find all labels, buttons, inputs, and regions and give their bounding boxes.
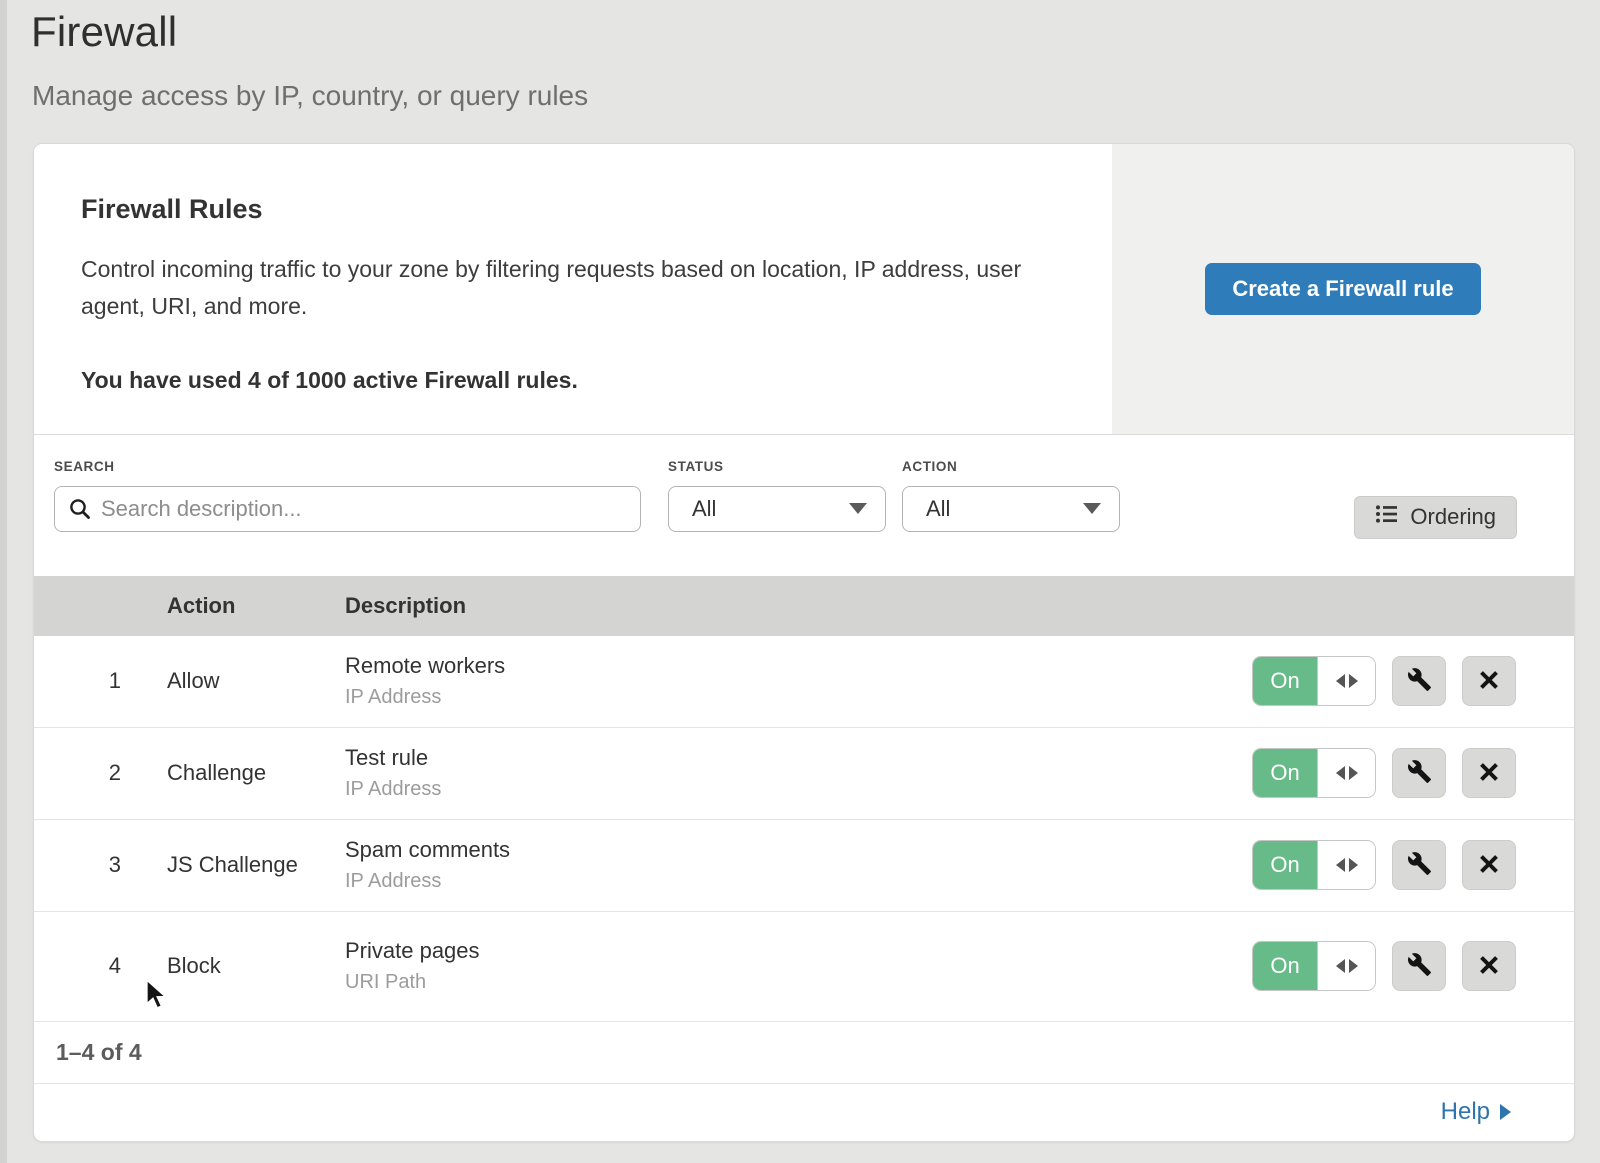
row-number: 1 bbox=[34, 668, 167, 694]
row-controls: On bbox=[1252, 656, 1574, 706]
search-icon bbox=[68, 497, 92, 526]
edit-rule-button[interactable] bbox=[1392, 748, 1446, 798]
firewall-page: Firewall Manage access by IP, country, o… bbox=[0, 0, 1600, 1163]
action-select[interactable]: All bbox=[902, 486, 1120, 532]
action-filter-group: ACTION All bbox=[902, 459, 1120, 532]
table-row: 1 Allow Remote workers IP Address On bbox=[34, 636, 1574, 728]
search-label: SEARCH bbox=[54, 459, 641, 474]
table-row: 3 JS Challenge Spam comments IP Address … bbox=[34, 820, 1574, 912]
close-icon bbox=[1478, 853, 1500, 878]
create-firewall-rule-button[interactable]: Create a Firewall rule bbox=[1205, 263, 1480, 315]
row-controls: On bbox=[1252, 941, 1574, 991]
row-number: 4 bbox=[34, 953, 167, 979]
usage-text: You have used 4 of 1000 active Firewall … bbox=[81, 367, 1052, 394]
help-row: Help bbox=[34, 1084, 1574, 1141]
row-field: IP Address bbox=[345, 870, 1252, 893]
wrench-icon bbox=[1407, 667, 1432, 695]
wrench-icon bbox=[1407, 759, 1432, 787]
delete-rule-button[interactable] bbox=[1462, 656, 1516, 706]
toggle-on-label: On bbox=[1253, 749, 1317, 797]
chevron-down-icon bbox=[1083, 503, 1101, 514]
delete-rule-button[interactable] bbox=[1462, 941, 1516, 991]
row-description-cell: Private pages URI Path bbox=[345, 938, 1252, 994]
resize-arrows-icon bbox=[1317, 657, 1375, 705]
row-field: IP Address bbox=[345, 778, 1252, 801]
arrow-right-icon bbox=[1500, 1104, 1511, 1120]
ordering-button-label: Ordering bbox=[1410, 504, 1496, 530]
column-action: Action bbox=[167, 593, 345, 619]
status-toggle[interactable]: On bbox=[1252, 840, 1376, 890]
delete-rule-button[interactable] bbox=[1462, 748, 1516, 798]
row-description-cell: Spam comments IP Address bbox=[345, 837, 1252, 893]
toggle-on-label: On bbox=[1253, 657, 1317, 705]
filters-bar: SEARCH STATUS All ACTION All bbox=[34, 435, 1574, 576]
toggle-on-label: On bbox=[1253, 942, 1317, 990]
hero-section: Firewall Rules Control incoming traffic … bbox=[34, 144, 1574, 435]
status-filter-group: STATUS All bbox=[668, 459, 886, 532]
table-row: 4 Block Private pages URI Path On bbox=[34, 912, 1574, 1022]
toggle-on-label: On bbox=[1253, 841, 1317, 889]
pagination-text: 1–4 of 4 bbox=[56, 1039, 142, 1066]
help-link[interactable]: Help bbox=[1441, 1098, 1511, 1126]
search-group: SEARCH bbox=[54, 459, 641, 532]
edit-rule-button[interactable] bbox=[1392, 656, 1446, 706]
column-description: Description bbox=[345, 593, 1252, 619]
help-link-label: Help bbox=[1441, 1098, 1490, 1126]
row-action: Allow bbox=[167, 668, 345, 694]
chevron-down-icon bbox=[849, 503, 867, 514]
status-selected-value: All bbox=[692, 496, 716, 522]
row-description: Remote workers bbox=[345, 653, 1252, 679]
row-description: Private pages bbox=[345, 938, 1252, 964]
delete-rule-button[interactable] bbox=[1462, 840, 1516, 890]
search-input[interactable] bbox=[54, 486, 641, 532]
page-title: Firewall bbox=[31, 8, 177, 56]
ordering-button[interactable]: Ordering bbox=[1354, 496, 1517, 539]
row-field: IP Address bbox=[345, 686, 1252, 709]
status-toggle[interactable]: On bbox=[1252, 941, 1376, 991]
row-action: Block bbox=[167, 953, 345, 979]
row-field: URI Path bbox=[345, 971, 1252, 994]
pagination-row: 1–4 of 4 bbox=[34, 1022, 1574, 1084]
table-header: Action Description bbox=[34, 576, 1574, 636]
resize-arrows-icon bbox=[1317, 841, 1375, 889]
close-icon bbox=[1478, 761, 1500, 786]
row-description-cell: Test rule IP Address bbox=[345, 745, 1252, 801]
table-row: 2 Challenge Test rule IP Address On bbox=[34, 728, 1574, 820]
status-toggle[interactable]: On bbox=[1252, 656, 1376, 706]
status-toggle[interactable]: On bbox=[1252, 748, 1376, 798]
row-description: Test rule bbox=[345, 745, 1252, 771]
resize-arrows-icon bbox=[1317, 942, 1375, 990]
wrench-icon bbox=[1407, 851, 1432, 879]
resize-arrows-icon bbox=[1317, 749, 1375, 797]
row-number: 3 bbox=[34, 852, 167, 878]
row-number: 2 bbox=[34, 760, 167, 786]
page-subtitle: Manage access by IP, country, or query r… bbox=[32, 80, 588, 112]
ordered-list-icon bbox=[1375, 504, 1399, 530]
wrench-icon bbox=[1407, 952, 1432, 980]
row-description: Spam comments bbox=[345, 837, 1252, 863]
edit-rule-button[interactable] bbox=[1392, 840, 1446, 890]
row-description-cell: Remote workers IP Address bbox=[345, 653, 1252, 709]
row-controls: On bbox=[1252, 748, 1574, 798]
firewall-rules-card: Firewall Rules Control incoming traffic … bbox=[33, 143, 1575, 1142]
row-action: Challenge bbox=[167, 760, 345, 786]
status-select[interactable]: All bbox=[668, 486, 886, 532]
hero-text-block: Firewall Rules Control incoming traffic … bbox=[34, 144, 1112, 434]
action-selected-value: All bbox=[926, 496, 950, 522]
page-left-edge bbox=[0, 0, 7, 1163]
action-label: ACTION bbox=[902, 459, 1120, 474]
status-label: STATUS bbox=[668, 459, 886, 474]
close-icon bbox=[1478, 954, 1500, 979]
close-icon bbox=[1478, 669, 1500, 694]
row-action: JS Challenge bbox=[167, 852, 345, 878]
row-controls: On bbox=[1252, 840, 1574, 890]
hero-description: Control incoming traffic to your zone by… bbox=[81, 251, 1026, 325]
hero-action-panel: Create a Firewall rule bbox=[1112, 144, 1574, 434]
hero-heading: Firewall Rules bbox=[81, 194, 1052, 225]
edit-rule-button[interactable] bbox=[1392, 941, 1446, 991]
